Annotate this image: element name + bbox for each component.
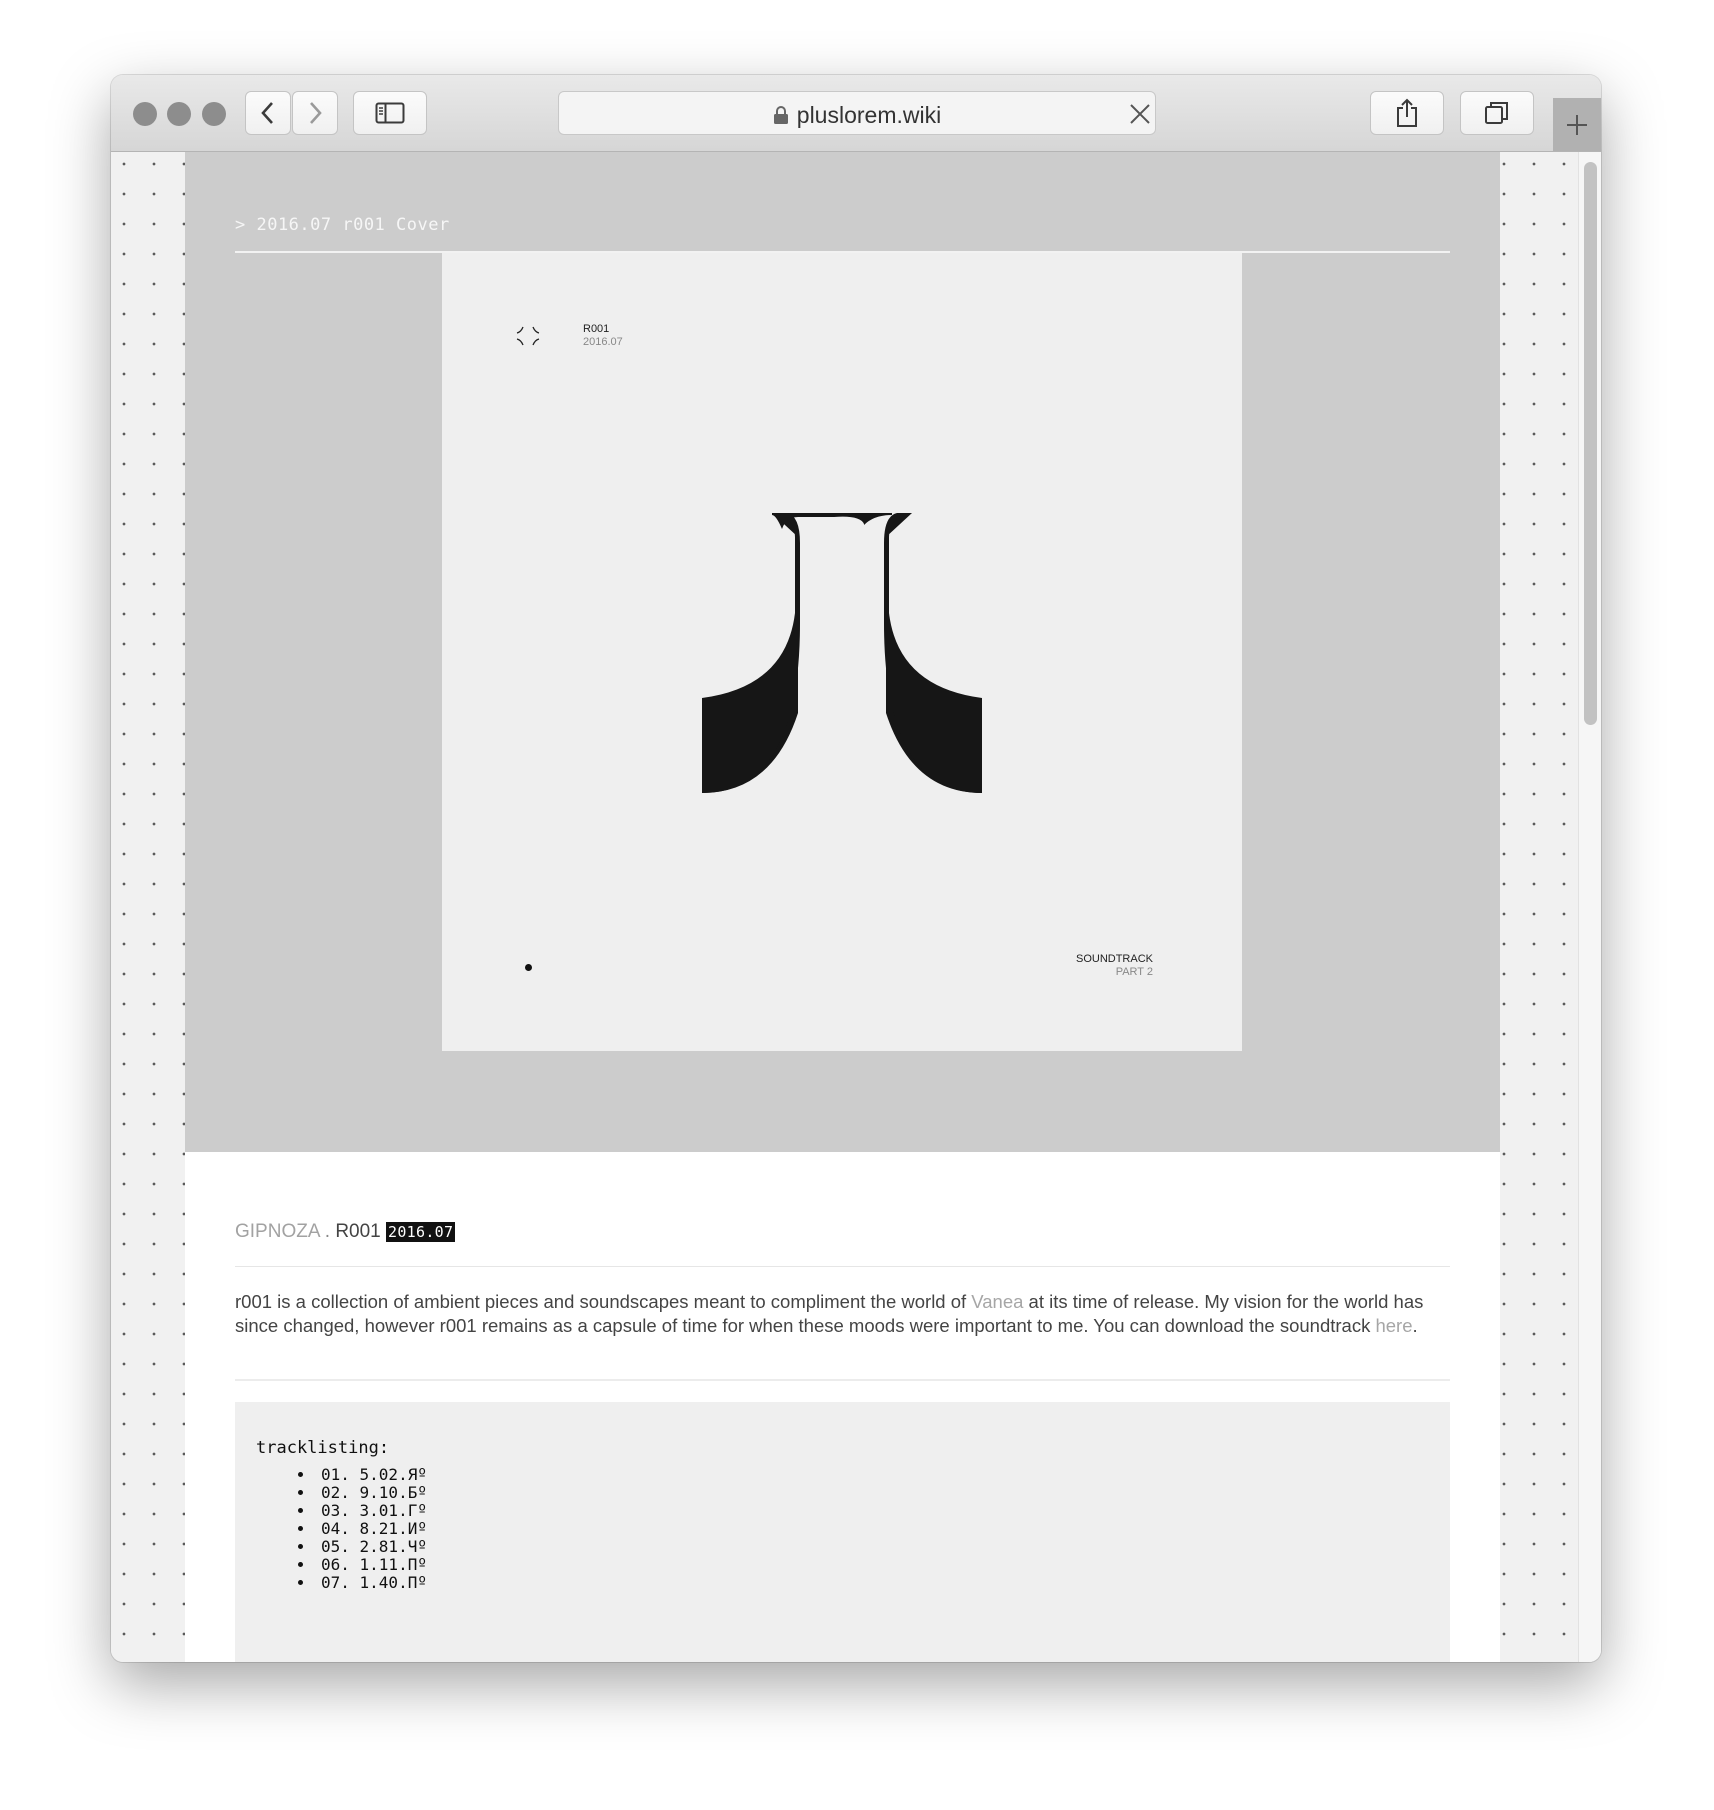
page-content: > 2016.07 r001 Cover R001 2016.07 SOUNDT…	[185, 152, 1500, 1662]
heading-separator: .	[319, 1221, 336, 1242]
close-icon[interactable]	[1128, 102, 1152, 126]
sidebar-icon	[375, 102, 405, 124]
description-text-3: .	[1412, 1315, 1418, 1336]
description-text-1: r001 is a collection of ambient pieces a…	[235, 1291, 972, 1312]
cover-section: > 2016.07 r001 Cover R001 2016.07 SOUNDT…	[185, 152, 1500, 1152]
plus-icon	[1567, 114, 1587, 135]
release-heading: GIPNOZA . R001 2016.07	[235, 1221, 456, 1243]
download-link[interactable]: here	[1375, 1315, 1412, 1336]
share-button[interactable]	[1370, 91, 1444, 135]
cover-subtitle-line1: SOUNDTRACK	[1075, 953, 1153, 965]
breadcrumb: > 2016.07 r001 Cover	[235, 215, 450, 235]
release-date-badge: 2016.07	[386, 1222, 456, 1242]
track-item: 02. 9.10.Бº	[315, 1484, 427, 1502]
share-icon	[1397, 98, 1417, 127]
track-item: 03. 3.01.Гº	[315, 1502, 427, 1520]
chevron-left-icon	[261, 102, 273, 124]
track-item: 01. 5.02.Яº	[315, 1466, 427, 1484]
heading-divider	[235, 1266, 1450, 1267]
artist-name: GIPNOZA	[235, 1221, 320, 1242]
track-list: 01. 5.02.Яº 02. 9.10.Бº 03. 3.01.Гº 04. …	[285, 1466, 427, 1592]
browser-toolbar: pluslorem.wiki	[111, 75, 1601, 152]
tracklisting-title: tracklisting:	[256, 1438, 390, 1458]
vertical-scrollbar[interactable]	[1578, 152, 1601, 1662]
cover-glyph-artwork	[702, 513, 982, 793]
close-window-button[interactable]	[133, 102, 157, 126]
address-bar[interactable]: pluslorem.wiki	[558, 91, 1156, 135]
lock-icon	[773, 106, 788, 124]
gipnoza-logo-icon	[516, 326, 540, 346]
tabs-overview-button[interactable]	[1460, 91, 1534, 135]
scrollbar-thumb[interactable]	[1584, 162, 1597, 725]
description-divider	[235, 1379, 1450, 1381]
release-description: r001 is a collection of ambient pieces a…	[235, 1290, 1450, 1338]
cover-release-code: R001	[583, 323, 610, 335]
track-item: 05. 2.81.Чº	[315, 1538, 427, 1556]
vanea-link[interactable]: Vanea	[971, 1291, 1023, 1312]
browser-window: pluslorem.wiki > 2016.07 r001 Cover R001…	[111, 75, 1601, 1662]
track-item: 04. 8.21.Иº	[315, 1520, 427, 1538]
tracklisting-block: tracklisting: 01. 5.02.Яº 02. 9.10.Бº 03…	[235, 1402, 1450, 1662]
sidebar-button[interactable]	[353, 91, 427, 135]
new-tab-button[interactable]	[1553, 98, 1601, 151]
tabs-icon	[1485, 102, 1508, 124]
cover-subtitle: SOUNDTRACK PART 2	[1076, 953, 1153, 979]
chevron-right-icon	[310, 102, 322, 124]
forward-button[interactable]	[292, 91, 338, 135]
cover-release-date: 2016.07	[583, 336, 623, 348]
album-cover: R001 2016.07 SOUNDTRACK PART 2	[442, 253, 1242, 1051]
url-text: pluslorem.wiki	[796, 102, 942, 128]
track-item: 06. 1.11.Пº	[315, 1556, 427, 1574]
url-display[interactable]: pluslorem.wiki	[559, 102, 1155, 129]
minimize-window-button[interactable]	[167, 102, 191, 126]
release-code: R001	[335, 1221, 381, 1242]
back-button[interactable]	[245, 91, 291, 135]
cover-subtitle-line2: PART 2	[1115, 966, 1153, 978]
cover-dot	[525, 964, 532, 971]
zoom-window-button[interactable]	[202, 102, 226, 126]
track-item: 07. 1.40.Пº	[315, 1574, 427, 1592]
